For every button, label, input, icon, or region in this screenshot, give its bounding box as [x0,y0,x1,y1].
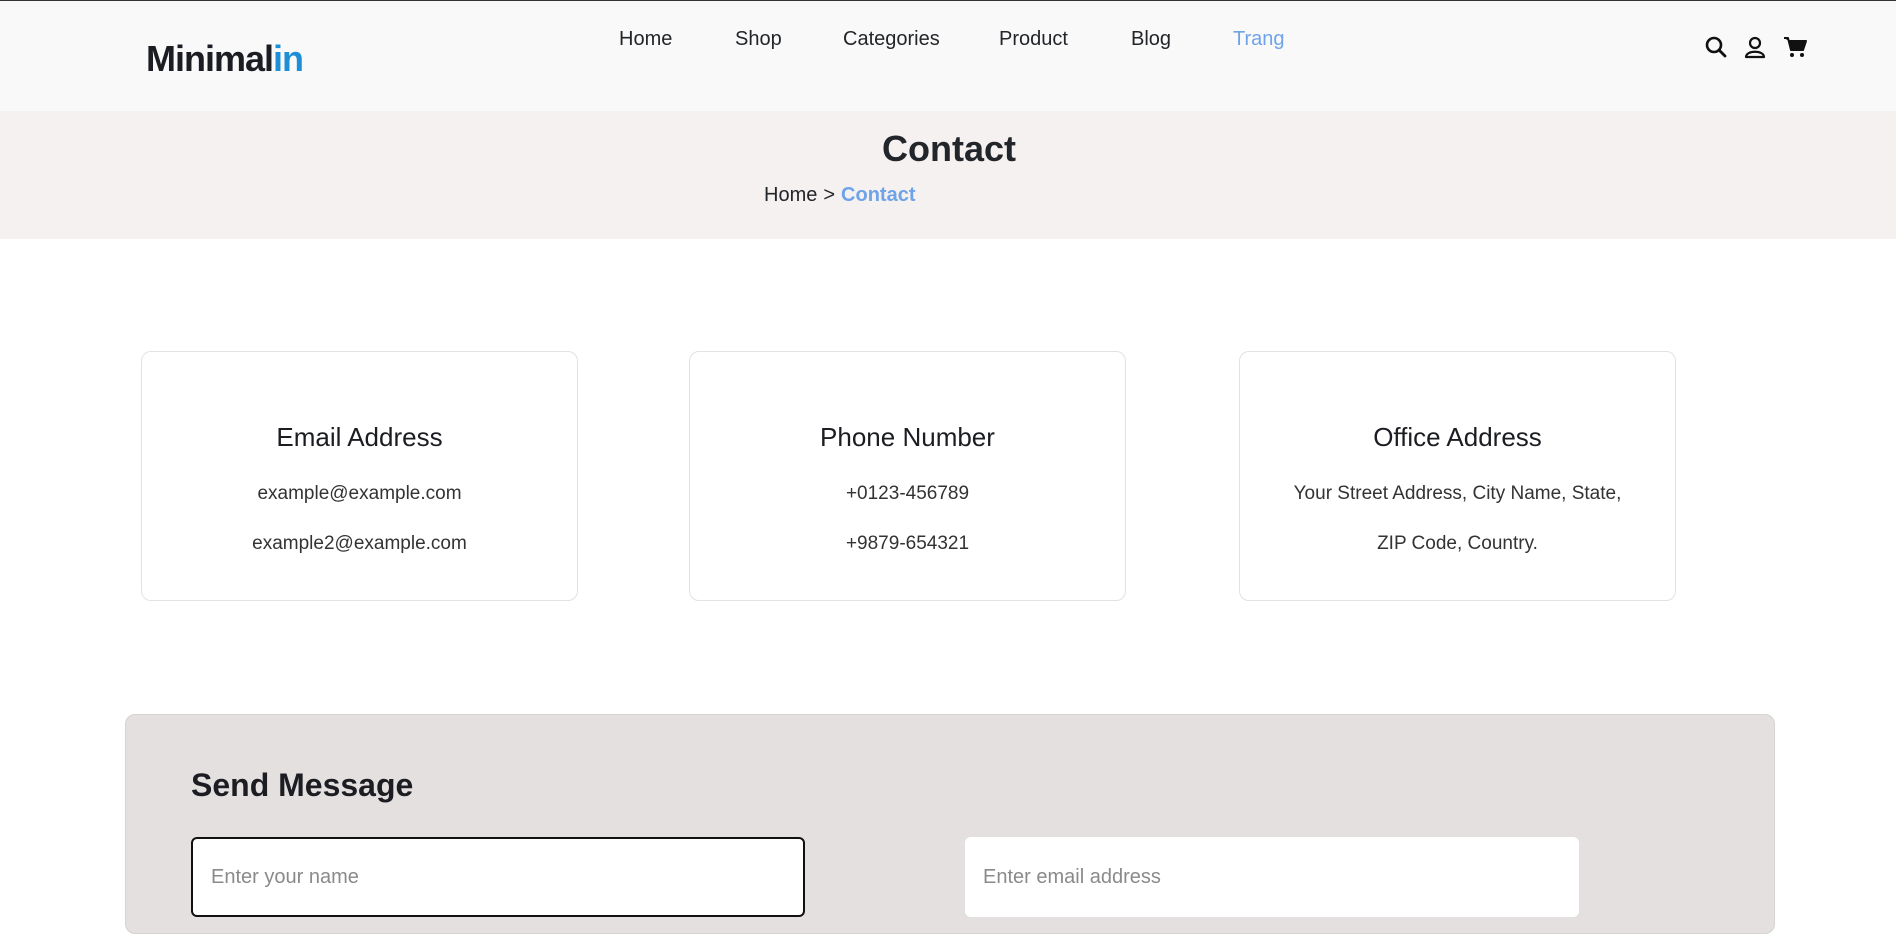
phone-card: Phone Number +0123-456789 +9879-654321 [689,351,1126,601]
breadcrumb-home[interactable]: Home [764,184,817,206]
site-header: Minimalin Home Shop Categories Product B… [0,0,1896,111]
nav-product[interactable]: Product [999,25,1068,53]
card-title: Phone Number [820,422,995,452]
card-title: Email Address [276,422,443,452]
email-primary: example@example.com [257,483,462,504]
send-message-panel: Send Message [125,714,1775,934]
phone-primary: +0123-456789 [845,483,970,504]
nav-blog[interactable]: Blog [1131,25,1171,53]
nav-home[interactable]: Home [619,25,672,53]
search-icon[interactable] [1703,34,1729,60]
nav-categories[interactable]: Categories [843,25,940,53]
page-banner: Contact Home > Contact [0,111,1896,239]
email-secondary: example2@example.com [252,533,467,554]
page-title: Contact [882,128,1016,169]
breadcrumb-current: Contact [841,184,916,206]
form-title: Send Message [191,767,414,803]
main-nav: Home Shop Categories Product Blog Trang [0,25,1896,55]
address-line-1: Your Street Address, City Name, State, [1293,483,1622,504]
breadcrumb-separator: > [823,184,836,206]
office-card: Office Address Your Street Address, City… [1239,351,1676,601]
user-icon[interactable] [1742,34,1768,60]
email-input[interactable] [965,837,1579,917]
email-card: Email Address example@example.com exampl… [141,351,578,601]
cart-icon[interactable] [1782,34,1808,60]
nav-shop[interactable]: Shop [735,25,782,53]
phone-secondary: +9879-654321 [845,533,970,554]
card-title: Office Address [1373,422,1542,452]
breadcrumb: Home > Contact [764,181,916,209]
address-line-2: ZIP Code, Country. [1377,533,1538,554]
nav-trang[interactable]: Trang [1233,25,1285,53]
name-input[interactable] [191,837,805,917]
